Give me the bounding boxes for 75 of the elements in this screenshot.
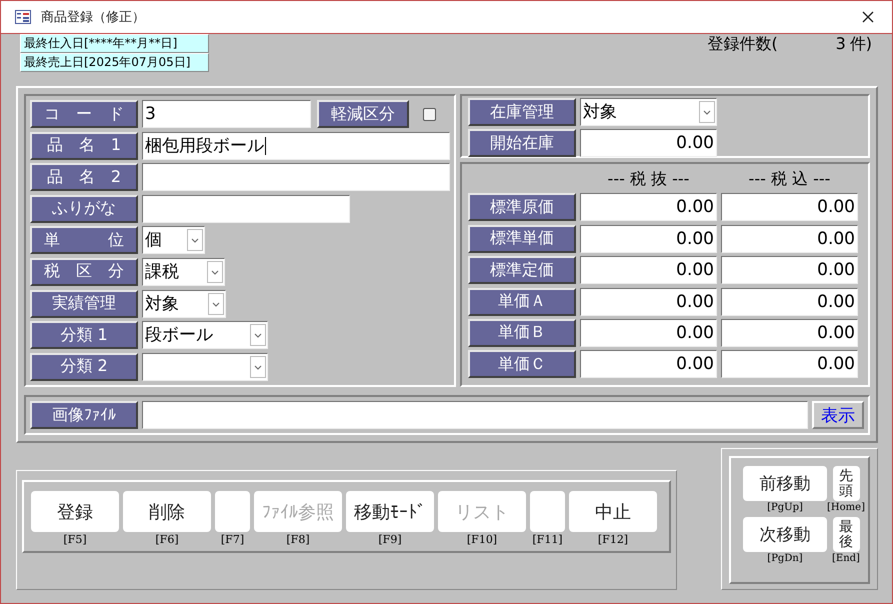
field-label: 分類 1 bbox=[30, 321, 138, 350]
key-hint: [Home] bbox=[827, 502, 865, 513]
field-label: 標準単価 bbox=[468, 224, 576, 253]
key-hint: [PgUp] bbox=[767, 502, 803, 513]
close-icon[interactable] bbox=[862, 11, 874, 23]
dropdown-field[interactable]: 個 bbox=[142, 226, 205, 254]
navigation-button[interactable]: 最後 bbox=[832, 517, 860, 552]
function-button[interactable]: 削除 bbox=[123, 491, 211, 532]
field-label: 軽減区分 bbox=[317, 100, 409, 128]
field-label: 在庫管理 bbox=[468, 98, 576, 126]
field-label: 開始在庫 bbox=[468, 129, 576, 157]
navigation-button[interactable]: 次移動 bbox=[743, 517, 827, 552]
field-label: 税 区 分 bbox=[30, 258, 138, 286]
field-label: 単価Ｃ bbox=[468, 350, 576, 378]
key-hint: [F12] bbox=[598, 533, 628, 546]
field-label: 品 名 2 bbox=[30, 163, 138, 192]
show-button[interactable]: 表示 bbox=[812, 401, 864, 429]
dropdown-field[interactable]: 対象 bbox=[580, 98, 717, 126]
text-field[interactable]: 梱包用段ボール bbox=[142, 132, 450, 160]
field-label: 実績管理 bbox=[30, 290, 138, 318]
count-unit: 件) bbox=[850, 34, 872, 55]
field-label: コ ー ド bbox=[30, 100, 138, 128]
key-hint: [F8] bbox=[286, 533, 310, 546]
field-label: 品 名 1 bbox=[30, 132, 138, 160]
key-hint: [F5] bbox=[63, 533, 87, 546]
field-label: 標準定価 bbox=[468, 256, 576, 284]
column-header: --- 税 込 --- bbox=[748, 169, 832, 190]
text-field[interactable] bbox=[142, 163, 450, 192]
text-field[interactable] bbox=[142, 194, 350, 223]
number-field[interactable]: 0.00 bbox=[721, 288, 858, 316]
key-hint: [PgDn] bbox=[767, 553, 803, 564]
number-field[interactable]: 0.00 bbox=[721, 256, 858, 284]
count-value: 3 bbox=[834, 34, 846, 53]
number-field[interactable]: 0.00 bbox=[580, 288, 717, 316]
number-field[interactable]: 0.00 bbox=[580, 350, 717, 378]
date-info: 最終仕入日[****年**月**日] bbox=[20, 34, 209, 53]
count-label: 登録件数( bbox=[708, 34, 778, 55]
key-hint: [F11] bbox=[532, 533, 563, 546]
number-field[interactable]: 0.00 bbox=[721, 224, 858, 253]
number-field[interactable]: 0.00 bbox=[721, 350, 858, 378]
dropdown-field[interactable]: 課税 bbox=[142, 258, 225, 286]
form-icon bbox=[15, 10, 31, 24]
function-button[interactable]: 移動ﾓｰﾄﾞ bbox=[346, 491, 434, 532]
dropdown-field[interactable]: 段ボール bbox=[142, 321, 268, 350]
number-field[interactable]: 0.00 bbox=[721, 193, 858, 222]
date-info: 最終売上日[2025年07月05日] bbox=[20, 53, 209, 72]
number-field[interactable]: 0.00 bbox=[580, 256, 717, 284]
field-label: ふりがな bbox=[30, 194, 138, 223]
dropdown-field[interactable]: 対象 bbox=[142, 290, 226, 318]
text-field[interactable] bbox=[142, 401, 808, 429]
navigation-button[interactable]: 前移動 bbox=[743, 466, 827, 501]
number-field[interactable]: 0.00 bbox=[721, 318, 858, 347]
number-field[interactable]: 0.00 bbox=[580, 129, 717, 157]
navigation-button[interactable]: 先頭 bbox=[832, 466, 860, 501]
window-title: 商品登録（修正） bbox=[41, 9, 146, 26]
checkbox[interactable] bbox=[423, 108, 436, 120]
field-label: 単 位 bbox=[30, 226, 138, 254]
field-label: 画像ﾌｧｲﾙ bbox=[30, 401, 138, 429]
key-hint: [End] bbox=[832, 553, 860, 564]
field-label: 単価Ｂ bbox=[468, 318, 576, 347]
number-field[interactable]: 0.00 bbox=[580, 318, 717, 347]
key-hint: [F9] bbox=[378, 533, 402, 546]
number-field[interactable]: 0.00 bbox=[580, 224, 717, 253]
text-field[interactable]: 3 bbox=[142, 100, 311, 128]
field-label: 単価Ａ bbox=[468, 288, 576, 316]
key-hint: [F10] bbox=[466, 533, 498, 546]
field-label: 分類 2 bbox=[30, 352, 138, 381]
column-header: --- 税 抜 --- bbox=[606, 169, 690, 190]
key-hint: [F7] bbox=[220, 533, 244, 546]
key-hint: [F6] bbox=[155, 533, 179, 546]
dropdown-field[interactable] bbox=[142, 352, 268, 381]
number-field[interactable]: 0.00 bbox=[580, 193, 717, 222]
field-label: 標準原価 bbox=[468, 193, 576, 222]
function-button[interactable]: 中止 bbox=[569, 491, 657, 532]
function-button[interactable]: 登録 bbox=[31, 491, 119, 532]
